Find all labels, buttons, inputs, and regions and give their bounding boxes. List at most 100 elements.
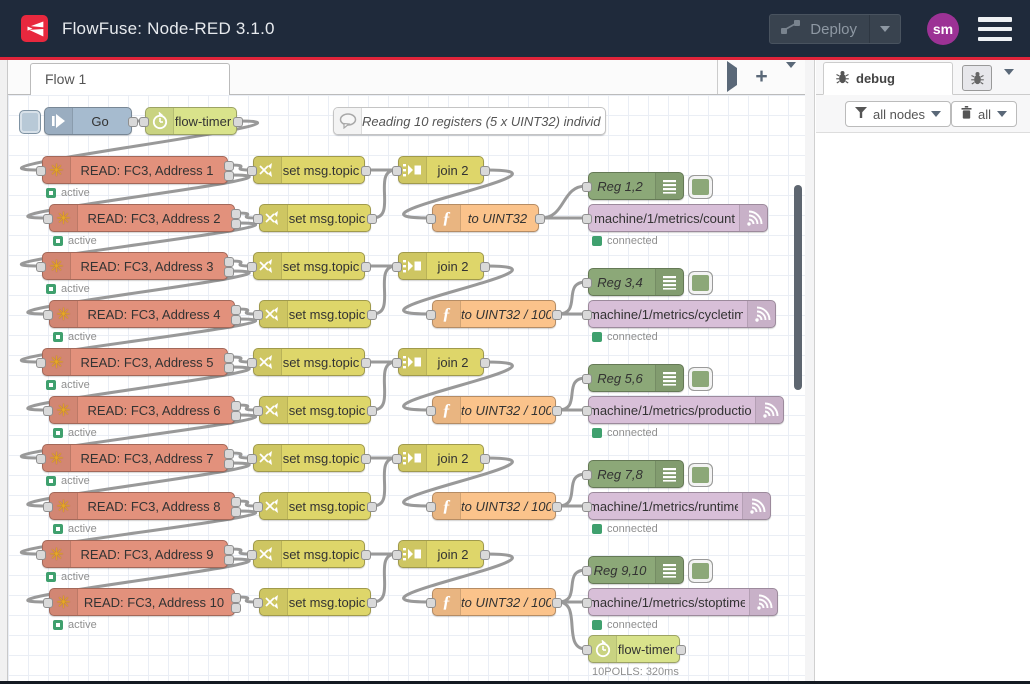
output-port[interactable]	[367, 598, 377, 608]
input-port[interactable]	[253, 310, 263, 320]
output-port[interactable]	[535, 214, 545, 224]
output-port[interactable]	[224, 363, 234, 373]
node-func3[interactable]: ƒto UINT32 / 100	[432, 396, 556, 424]
output-port[interactable]	[480, 358, 490, 368]
input-port[interactable]	[582, 470, 592, 480]
input-port[interactable]	[582, 406, 592, 416]
input-port[interactable]	[43, 406, 53, 416]
output-port[interactable]	[231, 315, 241, 325]
tab-flow-1[interactable]: Flow 1	[30, 63, 230, 96]
node-set6[interactable]: set msg.topic	[259, 396, 371, 424]
output-port[interactable]	[231, 411, 241, 421]
node-func4[interactable]: ƒto UINT32 / 100	[432, 492, 556, 520]
input-port[interactable]	[426, 310, 436, 320]
output-port[interactable]	[224, 555, 234, 565]
node-join2[interactable]: join 2	[398, 252, 484, 280]
node-comment[interactable]: Reading 10 registers (5 x UINT32) indivi…	[333, 107, 606, 135]
node-timer1[interactable]: flow-timer	[145, 107, 237, 135]
input-port[interactable]	[582, 278, 592, 288]
output-port[interactable]	[361, 358, 371, 368]
output-port[interactable]	[552, 310, 562, 320]
output-port[interactable]	[224, 267, 234, 277]
node-read6[interactable]: ✳READ: FC3, Address 6	[49, 396, 235, 424]
input-port[interactable]	[253, 214, 263, 224]
input-port[interactable]	[43, 502, 53, 512]
input-port[interactable]	[139, 117, 149, 127]
node-read5[interactable]: ✳READ: FC3, Address 5	[42, 348, 228, 376]
input-port[interactable]	[36, 166, 46, 176]
node-go[interactable]: Go	[44, 107, 132, 135]
node-join5[interactable]: join 2	[398, 540, 484, 568]
output-port[interactable]	[361, 262, 371, 272]
input-port[interactable]	[253, 598, 263, 608]
flowfuse-logo-icon[interactable]	[21, 15, 48, 42]
input-port[interactable]	[43, 214, 53, 224]
wire[interactable]	[373, 458, 396, 506]
node-read8[interactable]: ✳READ: FC3, Address 8	[49, 492, 235, 520]
output-port[interactable]	[480, 550, 490, 560]
node-reg5[interactable]: Reg 9,10	[588, 556, 684, 584]
node-set2[interactable]: set msg.topic	[259, 204, 371, 232]
input-port[interactable]	[392, 358, 402, 368]
output-port[interactable]	[367, 214, 377, 224]
input-port[interactable]	[582, 374, 592, 384]
input-port[interactable]	[247, 358, 257, 368]
input-port[interactable]	[582, 645, 592, 655]
node-join1[interactable]: join 2	[398, 156, 484, 184]
wire[interactable]	[373, 266, 396, 314]
input-port[interactable]	[426, 214, 436, 224]
wire[interactable]	[373, 554, 396, 602]
input-port[interactable]	[36, 550, 46, 560]
input-port[interactable]	[582, 598, 592, 608]
node-mqtt4[interactable]: machine/1/metrics/runtime	[588, 492, 771, 520]
output-port[interactable]	[231, 593, 241, 603]
output-port[interactable]	[233, 117, 243, 127]
sidebar-resize-handle[interactable]	[805, 60, 815, 681]
node-set8[interactable]: set msg.topic	[259, 492, 371, 520]
node-timer2[interactable]: flow-timer	[588, 635, 680, 663]
output-port[interactable]	[231, 497, 241, 507]
input-port[interactable]	[43, 310, 53, 320]
node-set7[interactable]: set msg.topic	[253, 444, 365, 472]
debug-enable-toggle[interactable]	[688, 463, 713, 487]
input-port[interactable]	[247, 550, 257, 560]
output-port[interactable]	[231, 401, 241, 411]
node-set3[interactable]: set msg.topic	[253, 252, 365, 280]
flow-list-button[interactable]	[786, 68, 796, 86]
output-port[interactable]	[231, 219, 241, 229]
output-port[interactable]	[361, 454, 371, 464]
output-port[interactable]	[224, 161, 234, 171]
add-flow-button[interactable]: +	[755, 67, 767, 87]
output-port[interactable]	[224, 257, 234, 267]
node-set10[interactable]: set msg.topic	[259, 588, 371, 616]
node-set5[interactable]: set msg.topic	[253, 348, 365, 376]
input-port[interactable]	[36, 454, 46, 464]
input-port[interactable]	[392, 166, 402, 176]
node-read7[interactable]: ✳READ: FC3, Address 7	[42, 444, 228, 472]
input-port[interactable]	[426, 406, 436, 416]
output-port[interactable]	[552, 598, 562, 608]
node-join4[interactable]: join 2	[398, 444, 484, 472]
input-port[interactable]	[253, 406, 263, 416]
sidebar-options-button[interactable]	[1004, 75, 1014, 93]
node-read10[interactable]: ✳READ: FC3, Address 10	[49, 588, 235, 616]
output-port[interactable]	[480, 454, 490, 464]
inject-button[interactable]	[19, 110, 41, 134]
input-port[interactable]	[582, 310, 592, 320]
debug-enable-toggle[interactable]	[688, 559, 713, 583]
node-mqtt5[interactable]: machine/1/metrics/stoptime	[588, 588, 778, 616]
debug-enable-toggle[interactable]	[688, 367, 713, 391]
output-port[interactable]	[224, 171, 234, 181]
node-reg1[interactable]: Reg 1,2	[588, 172, 684, 200]
input-port[interactable]	[582, 182, 592, 192]
input-port[interactable]	[426, 598, 436, 608]
node-mqtt2[interactable]: machine/1/metrics/cycletime	[588, 300, 776, 328]
node-func5[interactable]: ƒto UINT32 / 100	[432, 588, 556, 616]
run-flow-button[interactable]	[727, 68, 737, 86]
output-port[interactable]	[552, 502, 562, 512]
node-set4[interactable]: set msg.topic	[259, 300, 371, 328]
debug-enable-toggle[interactable]	[688, 271, 713, 295]
debug-toggle-button[interactable]	[962, 65, 992, 91]
output-port[interactable]	[367, 502, 377, 512]
node-mqtt3[interactable]: machine/1/metrics/productiontime	[588, 396, 784, 424]
